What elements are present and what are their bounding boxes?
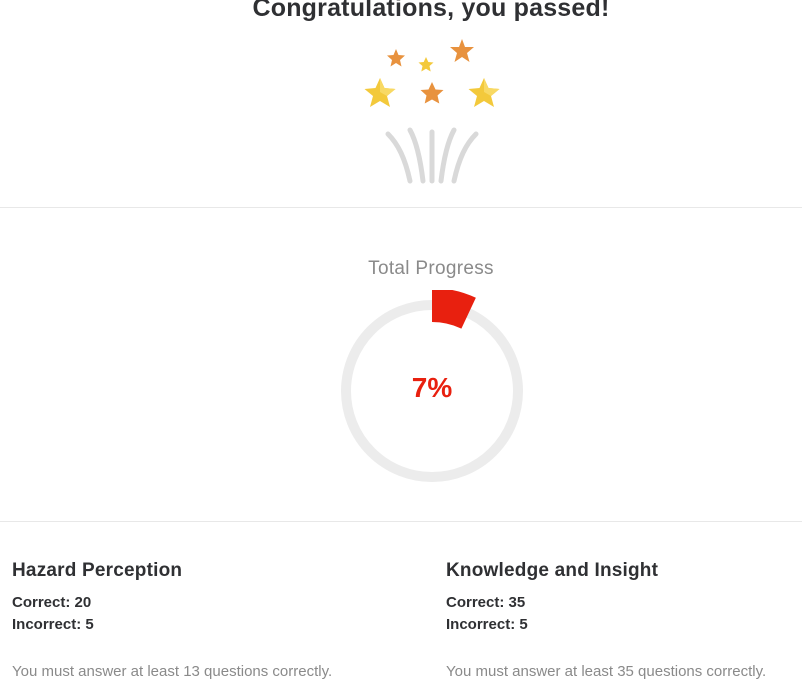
requirement-note: You must answer at least 35 questions co… [446,663,767,680]
hazard-perception-section: Hazard Perception Correct: 20 Incorrect:… [12,560,402,636]
correct-count: Correct: 35 [446,594,526,611]
progress-ring-fill [431,290,476,329]
requirement-note: You must answer at least 13 questions co… [12,663,333,680]
incorrect-count: Incorrect: 5 [12,616,94,633]
total-progress-value: 7% [411,372,453,403]
total-progress-label: Total Progress [368,258,494,279]
incorrect-count: Incorrect: 5 [446,616,528,633]
result-title: Congratulations, you passed! [252,0,610,22]
section-title: Hazard Perception [12,560,183,581]
results-page: Congratulations, you passed! Total Progr… [0,0,802,687]
knowledge-insight-section: Knowledge and Insight Correct: 35 Incorr… [446,560,802,636]
celebration-fireworks-icon [364,39,500,184]
correct-count: Correct: 20 [12,594,92,611]
section-divider [0,207,802,208]
section-divider [0,521,802,522]
section-title: Knowledge and Insight [446,560,659,581]
